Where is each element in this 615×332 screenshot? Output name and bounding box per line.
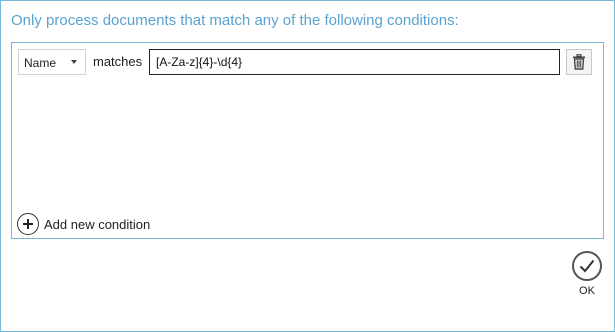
chevron-down-icon	[71, 60, 77, 64]
add-condition-button[interactable]: Add new condition	[17, 212, 150, 236]
ok-button[interactable]: OK	[570, 251, 604, 297]
ok-label: OK	[579, 285, 595, 297]
trash-icon	[573, 54, 585, 70]
conditions-dialog: Only process documents that match any of…	[0, 0, 615, 332]
checkmark-circle-icon	[572, 251, 602, 281]
operator-label: matches	[93, 54, 143, 69]
field-select-value: Name	[24, 56, 57, 70]
plus-circle-icon	[17, 213, 39, 235]
dialog-title: Only process documents that match any of…	[11, 12, 459, 29]
condition-row: Name matches	[18, 49, 601, 75]
pattern-input[interactable]	[149, 49, 560, 75]
conditions-panel: Name matches [A-Za-z]{4}-\d{4} Add new c…	[11, 42, 604, 239]
delete-condition-button[interactable]	[566, 49, 592, 75]
field-select[interactable]: Name	[18, 49, 86, 75]
add-condition-label: Add new condition	[44, 216, 151, 232]
